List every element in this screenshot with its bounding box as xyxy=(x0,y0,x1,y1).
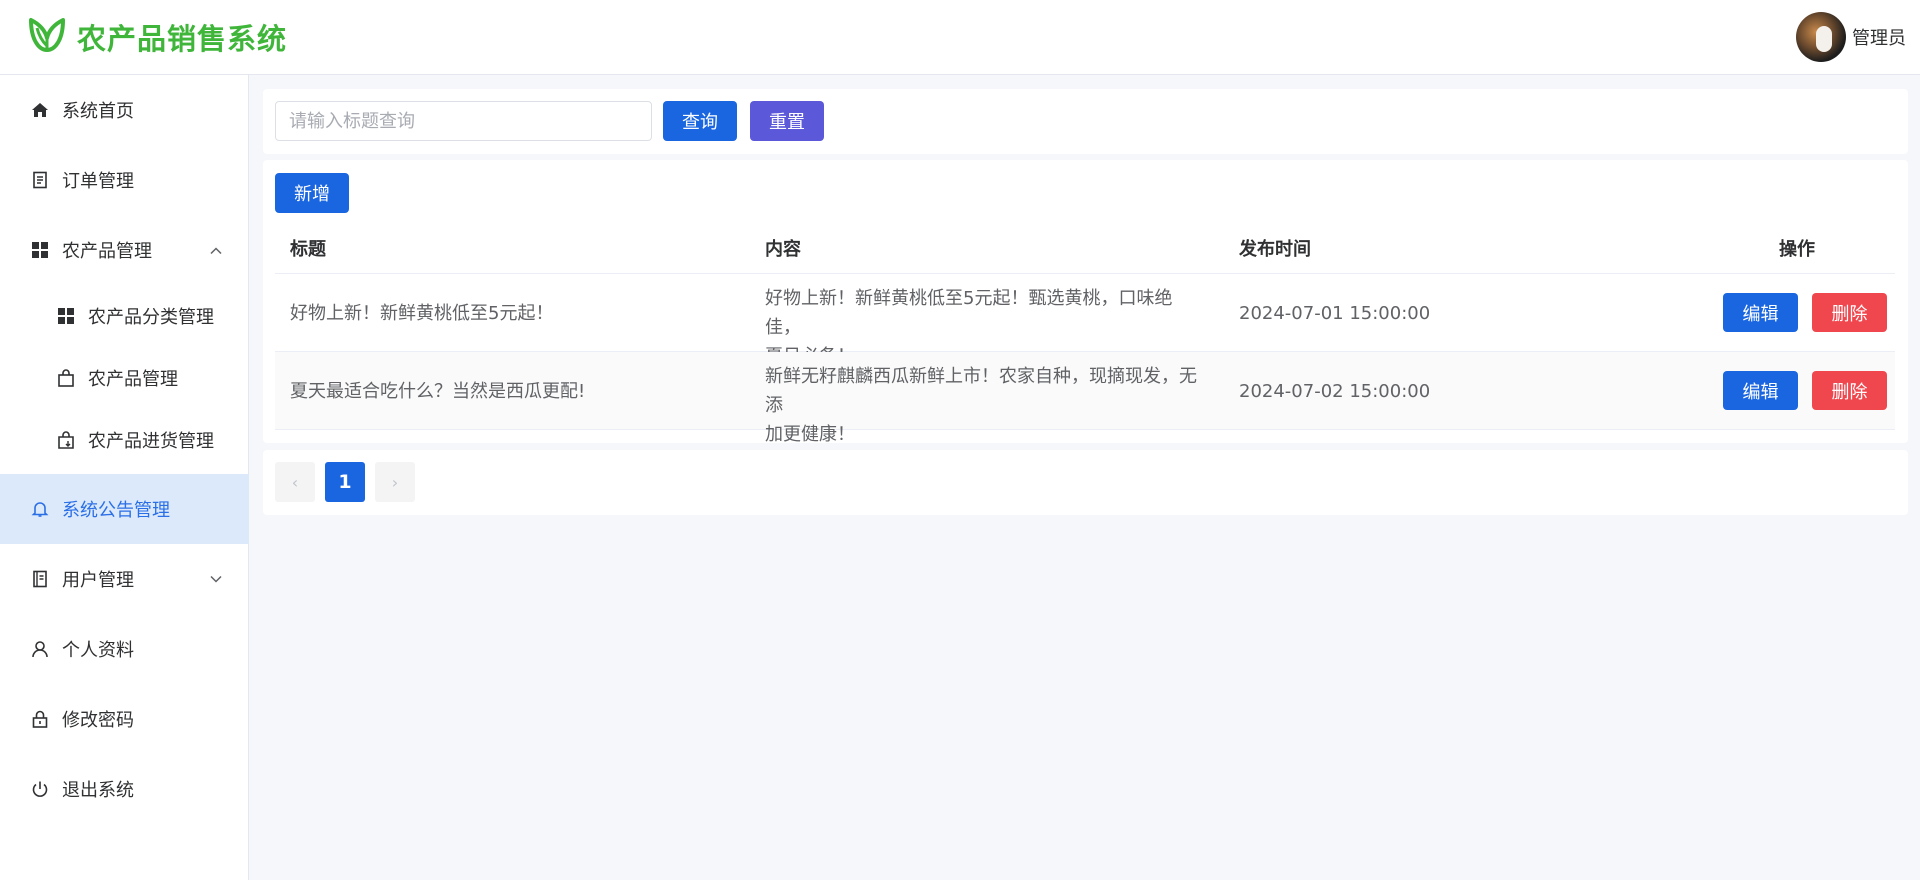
sidebar-item-label: 系统公告管理 xyxy=(62,500,170,521)
column-header-time: 发布时间 xyxy=(1239,239,1311,260)
query-button[interactable]: 查询 xyxy=(663,101,737,141)
notebook-icon xyxy=(30,569,50,589)
search-panel: 查询 重置 xyxy=(263,89,1908,154)
chevron-left-icon: ‹ xyxy=(291,472,299,492)
add-button[interactable]: 新增 xyxy=(275,173,349,213)
sidebar-item-label: 农产品管理 xyxy=(88,369,178,390)
pagination: ‹ 1 › xyxy=(275,462,415,502)
power-icon xyxy=(30,779,50,799)
sidebar-item-announcements[interactable]: 系统公告管理 xyxy=(0,474,249,544)
sidebar-item-label: 修改密码 xyxy=(62,710,134,731)
cell-time: 2024-07-01 15:00:00 xyxy=(1239,302,1431,324)
table-row: 好物上新！新鲜黄桃低至5元起！ 好物上新！新鲜黄桃低至5元起！甄选黄桃，口味绝佳… xyxy=(275,274,1895,367)
delete-button[interactable]: 删除 xyxy=(1812,293,1887,332)
chevron-down-icon xyxy=(209,569,223,590)
sidebar-item-users[interactable]: 用户管理 xyxy=(0,544,249,614)
sidebar-item-home[interactable]: 系统首页 xyxy=(0,75,249,145)
sidebar-item-label: 订单管理 xyxy=(62,171,134,192)
sidebar-item-label: 系统首页 xyxy=(62,101,134,122)
cell-time: 2024-07-02 15:00:00 xyxy=(1239,380,1431,402)
leaf-logo-icon xyxy=(27,16,67,59)
user-icon xyxy=(30,639,50,659)
cell-title: 好物上新！新鲜黄桃低至5元起！ xyxy=(290,302,554,324)
sidebar-item-logout[interactable]: 退出系统 xyxy=(0,754,249,824)
brand[interactable]: 农产品销售系统 xyxy=(27,16,287,59)
sidebar-item-label: 退出系统 xyxy=(62,780,134,801)
sidebar-item-product-group[interactable]: 农产品管理 xyxy=(0,215,249,285)
home-icon xyxy=(30,100,50,120)
cell-content-line: 加更健康！ xyxy=(765,424,855,445)
sidebar-item-product-purchase[interactable]: 农产品进货管理 xyxy=(0,409,249,471)
pagination-panel: ‹ 1 › xyxy=(263,450,1908,515)
sidebar-item-change-password[interactable]: 修改密码 xyxy=(0,684,249,754)
sidebar-item-product-category[interactable]: 农产品分类管理 xyxy=(0,285,249,347)
next-page-button[interactable]: › xyxy=(375,462,415,502)
grid-icon xyxy=(30,240,50,260)
search-input[interactable] xyxy=(275,101,652,141)
delete-button[interactable]: 删除 xyxy=(1812,371,1887,410)
lock-icon xyxy=(30,709,50,729)
bag-icon xyxy=(56,368,76,388)
top-header: 农产品销售系统 管理员 xyxy=(0,0,1920,75)
table-header: 标题 内容 发布时间 操作 xyxy=(275,226,1895,274)
reset-button[interactable]: 重置 xyxy=(750,101,824,141)
sidebar-item-product[interactable]: 农产品管理 xyxy=(0,347,249,409)
chevron-up-icon xyxy=(209,240,223,261)
edit-button[interactable]: 编辑 xyxy=(1723,293,1798,332)
avatar[interactable] xyxy=(1796,12,1846,62)
sidebar: 系统首页 订单管理 农产品管理 农产品分类管理 农产品管理 农产品进货管理 系统… xyxy=(0,75,249,880)
column-header-title: 标题 xyxy=(290,239,326,260)
bag-download-icon xyxy=(56,430,76,450)
column-header-actions: 操作 xyxy=(1779,239,1815,260)
sidebar-item-label: 个人资料 xyxy=(62,640,134,661)
user-menu[interactable]: 管理员 xyxy=(1796,12,1906,62)
prev-page-button[interactable]: ‹ xyxy=(275,462,315,502)
document-icon xyxy=(30,170,50,190)
sidebar-item-orders[interactable]: 订单管理 xyxy=(0,145,249,215)
sidebar-item-label: 农产品管理 xyxy=(62,241,152,262)
announcement-table-panel: 新增 标题 内容 发布时间 操作 好物上新！新鲜黄桃低至5元起！ 好物上新！新鲜… xyxy=(263,160,1908,445)
sidebar-item-label: 用户管理 xyxy=(62,570,134,591)
cell-content: 新鲜无籽麒麟西瓜新鲜上市！农家自种，现摘现发，无添 加更健康！ xyxy=(765,362,1205,449)
cell-title: 夏天最适合吃什么？当然是西瓜更配! xyxy=(290,380,586,402)
cell-content-line: 新鲜无籽麒麟西瓜新鲜上市！农家自种，现摘现发，无添 xyxy=(765,366,1197,416)
column-header-content: 内容 xyxy=(765,239,801,260)
sidebar-item-label: 农产品进货管理 xyxy=(88,431,214,452)
bell-icon xyxy=(30,499,50,519)
cell-content-line: 好物上新！新鲜黄桃低至5元起！甄选黄桃，口味绝佳， xyxy=(765,288,1173,338)
grid-icon xyxy=(56,306,76,326)
app-title: 农产品销售系统 xyxy=(77,22,288,56)
user-name: 管理员 xyxy=(1852,28,1906,49)
table-row: 夏天最适合吃什么？当然是西瓜更配! 新鲜无籽麒麟西瓜新鲜上市！农家自种，现摘现发… xyxy=(275,352,1895,445)
edit-button[interactable]: 编辑 xyxy=(1723,371,1798,410)
chevron-right-icon: › xyxy=(391,472,399,492)
sidebar-item-label: 农产品分类管理 xyxy=(88,307,214,328)
page-number-button[interactable]: 1 xyxy=(325,462,365,502)
sidebar-item-profile[interactable]: 个人资料 xyxy=(0,614,249,684)
